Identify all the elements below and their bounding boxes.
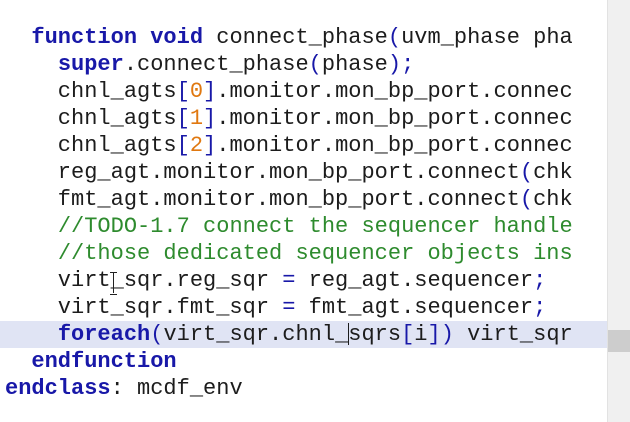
comment-token: //those dedicated sequencer objects ins xyxy=(57,241,573,266)
operator-token: [ xyxy=(401,322,415,347)
code-token: virt_sqr.fmt_sqr xyxy=(5,295,283,320)
keyword-token: super xyxy=(57,52,124,77)
number-token: 1 xyxy=(189,106,204,131)
comment-token: //TODO-1.7 connect the sequencer handle xyxy=(57,214,573,239)
code-line[interactable]: //those dedicated sequencer objects ins xyxy=(0,240,608,267)
operator-token: ( xyxy=(519,187,534,212)
code-token: .monitor.mon_bp_port.connec xyxy=(216,133,573,158)
code-token: fmt_agt.sequencer xyxy=(295,295,534,320)
number-token: 0 xyxy=(189,79,204,104)
code-token: chk xyxy=(533,160,573,185)
operator-token: ; xyxy=(533,268,547,293)
code-token: uvm_phase pha xyxy=(401,25,573,50)
operator-token: = xyxy=(282,295,296,320)
code-token: reg_agt.monitor.mon_bp_port.connect xyxy=(5,160,520,185)
operator-token: ] xyxy=(203,106,217,131)
code-token: chk xyxy=(533,187,573,212)
keyword-token: endclass xyxy=(5,376,111,401)
code-line[interactable]: function void connect_phase(uvm_phase ph… xyxy=(0,24,608,51)
code-token: .monitor.mon_bp_port.connec xyxy=(216,79,573,104)
operator-token: [ xyxy=(176,79,190,104)
code-line[interactable]: chnl_agts[1].monitor.mon_bp_port.connec xyxy=(0,105,608,132)
operator-token: [ xyxy=(176,106,190,131)
vertical-scrollbar[interactable] xyxy=(607,0,630,422)
code-token: chnl_agts xyxy=(5,106,177,131)
code-token: reg_agt.sequencer xyxy=(295,268,534,293)
text-ibeam-cursor-icon xyxy=(110,272,118,295)
number-token: 2 xyxy=(189,133,204,158)
code-token: chnl_agts xyxy=(5,133,177,158)
code-line[interactable]: fmt_agt.monitor.mon_bp_port.connect(chk xyxy=(0,186,608,213)
operator-token: ( xyxy=(308,52,322,77)
operator-token: = xyxy=(282,268,296,293)
code-token: .connect_phase xyxy=(123,52,309,77)
operator-token: ]) xyxy=(427,322,454,347)
code-line-current[interactable]: foreach(virt_sqr.chnl_sqrs[i]) virt_sqr xyxy=(0,321,608,348)
operator-token: ( xyxy=(387,25,402,50)
operator-token: ( xyxy=(519,160,534,185)
operator-token: ; xyxy=(533,295,547,320)
vertical-scrollbar-thumb[interactable] xyxy=(608,330,630,352)
code-line[interactable]: reg_agt.monitor.mon_bp_port.connect(chk xyxy=(0,159,608,186)
code-token: phase xyxy=(321,52,388,77)
code-token: sqrs xyxy=(348,322,402,347)
code-token: virt_sqr xyxy=(453,322,573,347)
code-line[interactable]: chnl_agts[0].monitor.mon_bp_port.connec xyxy=(0,78,608,105)
code-token: virt_sqr.reg_sqr xyxy=(5,268,283,293)
code-line[interactable]: endclass: mcdf_env xyxy=(0,375,608,402)
code-line[interactable]: virt_sqr.reg_sqr = reg_agt.sequencer; xyxy=(0,267,608,294)
code-token: .monitor.mon_bp_port.connec xyxy=(216,106,573,131)
code-line[interactable]: super.connect_phase(phase); xyxy=(0,51,608,78)
keyword-token: endfunction xyxy=(31,349,177,374)
keyword-token: function xyxy=(31,25,138,50)
operator-token: [ xyxy=(176,133,190,158)
code-line[interactable]: virt_sqr.fmt_sqr = fmt_agt.sequencer; xyxy=(0,294,608,321)
code-line[interactable]: //TODO-1.7 connect the sequencer handle xyxy=(0,213,608,240)
operator-token: ); xyxy=(387,52,415,77)
operator-token: ] xyxy=(203,79,217,104)
code-editor[interactable]: function void connect_phase(uvm_phase ph… xyxy=(0,0,630,422)
code-token: connect_phase xyxy=(203,25,388,50)
code-token: i xyxy=(414,322,428,347)
operator-token: ] xyxy=(203,133,217,158)
code-area[interactable]: function void connect_phase(uvm_phase ph… xyxy=(0,24,608,402)
code-token: : mcdf_env xyxy=(110,376,243,401)
code-line[interactable]: chnl_agts[2].monitor.mon_bp_port.connec xyxy=(0,132,608,159)
code-token: virt_sqr.chnl_ xyxy=(163,322,349,347)
code-token: fmt_agt.monitor.mon_bp_port.connect xyxy=(5,187,520,212)
code-line[interactable]: endfunction xyxy=(0,348,608,375)
operator-token: ( xyxy=(150,322,164,347)
keyword-token: foreach xyxy=(57,322,151,347)
keyword-token: void xyxy=(150,25,204,50)
code-token: chnl_agts xyxy=(5,79,177,104)
